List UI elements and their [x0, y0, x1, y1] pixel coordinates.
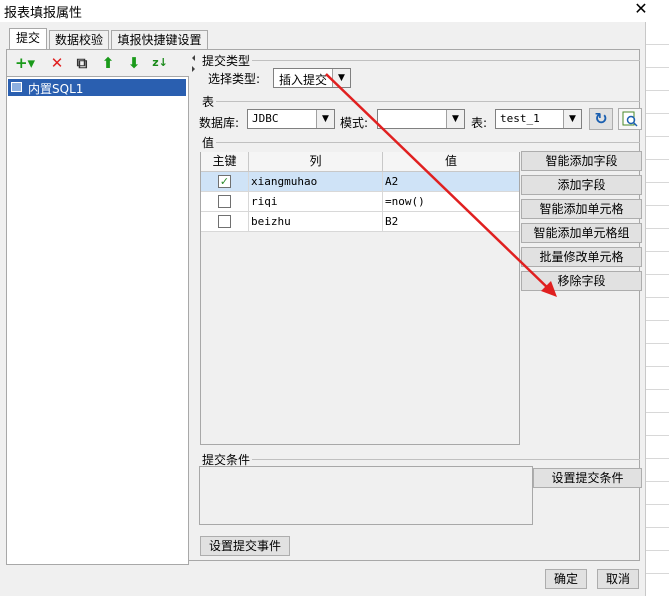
- select-type-label: 选择类型:: [208, 72, 261, 86]
- table-row[interactable]: riqi =now(): [201, 192, 519, 212]
- background-spreadsheet: [645, 22, 669, 596]
- header-value: 值: [383, 152, 519, 172]
- value-cell[interactable]: B2: [383, 212, 519, 231]
- delete-icon[interactable]: ✕: [48, 54, 66, 72]
- header-column: 列: [249, 152, 383, 172]
- preview-table-icon[interactable]: [618, 108, 642, 130]
- move-down-icon[interactable]: ⬇: [125, 54, 143, 72]
- group-divider: [216, 142, 640, 143]
- group-divider: [252, 459, 640, 460]
- group-divider: [216, 101, 640, 102]
- chevron-down-icon: ▼: [563, 110, 581, 128]
- refresh-icon[interactable]: ↻: [589, 108, 613, 130]
- tree-item-builtin-sql[interactable]: 内置SQL1: [8, 79, 186, 96]
- primary-key-checkbox[interactable]: ✓: [218, 175, 231, 188]
- schema-label: 模式:: [340, 116, 369, 130]
- column-cell: beizhu: [249, 212, 383, 231]
- column-cell: xiangmuhao: [249, 172, 383, 191]
- tab-data-validation[interactable]: 数据校验: [49, 30, 109, 50]
- copy-icon[interactable]: ⧉: [73, 54, 91, 72]
- smart-add-cell-group-button[interactable]: 智能添加单元格组: [521, 223, 642, 243]
- table-row[interactable]: beizhu B2: [201, 212, 519, 232]
- values-group-label: 值: [202, 136, 215, 150]
- set-condition-button[interactable]: 设置提交条件: [533, 468, 642, 488]
- smart-add-cell-button[interactable]: 智能添加单元格: [521, 199, 642, 219]
- window-titlebar: 报表填报属性 ✕: [0, 0, 669, 22]
- move-up-icon[interactable]: ⬆: [99, 54, 117, 72]
- chevron-down-icon: ▼: [332, 69, 350, 87]
- window-title: 报表填报属性: [4, 6, 83, 21]
- condition-preview: [199, 466, 533, 525]
- submit-type-select[interactable]: 插入提交 ▼: [273, 68, 351, 88]
- splitter-arrows-icon: [192, 55, 195, 72]
- database-select[interactable]: JDBC ▼: [247, 109, 335, 129]
- table-icon: [11, 82, 22, 92]
- remove-field-button[interactable]: 移除字段: [521, 271, 642, 291]
- tab-submit[interactable]: 提交: [9, 28, 47, 50]
- chevron-down-icon: ▼: [316, 110, 334, 128]
- table-label: 表:: [471, 116, 488, 130]
- value-cell[interactable]: A2: [383, 172, 519, 191]
- primary-key-checkbox[interactable]: [218, 195, 231, 208]
- group-divider: [252, 60, 640, 61]
- set-submit-event-button[interactable]: 设置提交事件: [200, 536, 290, 556]
- value-cell[interactable]: =now(): [383, 192, 519, 211]
- table-value: test_1: [500, 112, 540, 125]
- sql-tree: [6, 76, 189, 565]
- add-field-button[interactable]: 添加字段: [521, 175, 642, 195]
- column-cell: riqi: [249, 192, 383, 211]
- add-dropdown-icon[interactable]: +▾: [12, 54, 38, 72]
- table-group-label: 表: [202, 95, 215, 109]
- smart-add-field-button[interactable]: 智能添加字段: [521, 151, 642, 171]
- cancel-button[interactable]: 取消: [597, 569, 639, 589]
- database-label: 数据库:: [199, 116, 240, 130]
- tab-shortcut-settings[interactable]: 填报快捷键设置: [111, 30, 208, 50]
- primary-key-checkbox[interactable]: [218, 215, 231, 228]
- sort-icon[interactable]: z↓: [150, 54, 170, 72]
- batch-modify-cell-button[interactable]: 批量修改单元格: [521, 247, 642, 267]
- header-key: 主键: [201, 152, 249, 172]
- close-icon[interactable]: ✕: [630, 0, 652, 20]
- database-value: JDBC: [252, 112, 279, 125]
- schema-select[interactable]: ▼: [377, 109, 465, 129]
- submit-type-group-label: 提交类型: [202, 54, 251, 68]
- chevron-down-icon: ▼: [446, 110, 464, 128]
- table-select[interactable]: test_1 ▼: [495, 109, 582, 129]
- search-icon: [622, 111, 638, 127]
- table-row[interactable]: ✓ xiangmuhao A2: [201, 172, 519, 192]
- ok-button[interactable]: 确定: [545, 569, 587, 589]
- splitter[interactable]: [189, 49, 198, 561]
- submit-type-value: 插入提交: [279, 73, 328, 87]
- tree-item-label: 内置SQL1: [28, 82, 84, 96]
